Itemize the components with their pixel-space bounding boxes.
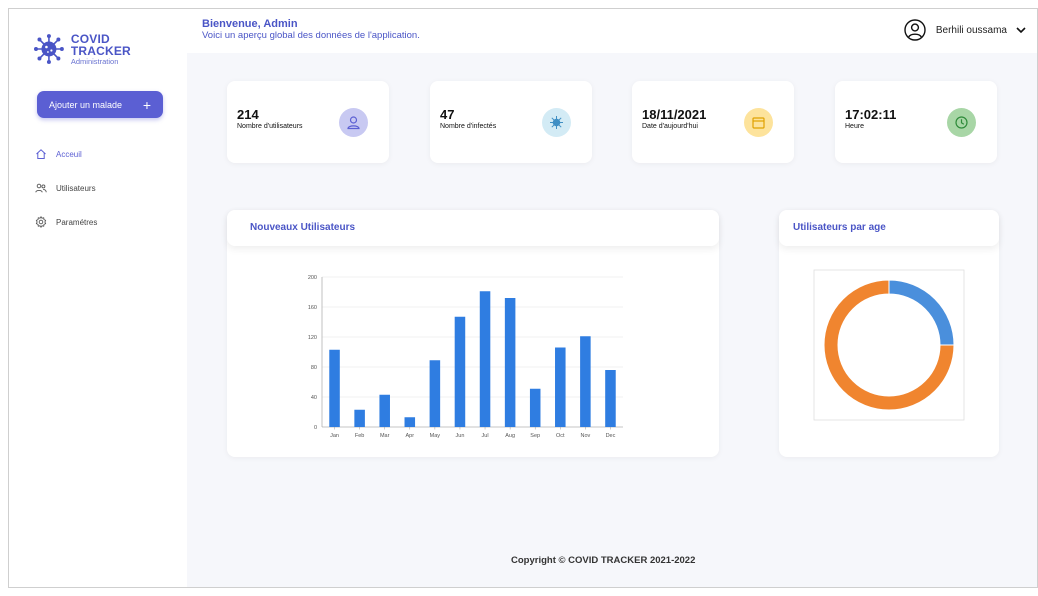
stat-label: Date d'aujourd'hui [642, 123, 698, 130]
home-icon [36, 149, 46, 159]
sidebar-item-users[interactable]: Utilisateurs [35, 171, 97, 205]
stat-value: 17:02:11 [845, 107, 897, 122]
x-tick-label: Apr [406, 433, 415, 439]
page-title: Bienvenue, Admin [202, 18, 298, 30]
bar[interactable] [429, 360, 441, 427]
bar[interactable] [555, 347, 566, 428]
bar[interactable] [404, 417, 416, 427]
sidebar-item-label: Paramétres [56, 217, 98, 227]
y-tick-label: 200 [308, 275, 317, 281]
x-tick-label: Mar [380, 433, 390, 439]
bar[interactable] [354, 409, 365, 427]
x-tick-label: Jul [482, 433, 489, 439]
y-tick-label: 120 [308, 335, 317, 341]
bar[interactable] [529, 388, 541, 427]
virus-icon [550, 116, 563, 129]
stat-label: Nombre d'utilisateurs [237, 123, 303, 130]
sidebar-nav: Acceuil Utilisateurs Paramétres [35, 137, 97, 239]
chevron-down-icon [1016, 27, 1026, 34]
add-patient-label: Ajouter un malade [49, 99, 123, 110]
stat-value: 214 [237, 107, 259, 122]
y-tick-label: 40 [311, 395, 317, 401]
stat-label: Nombre d'infectés [440, 123, 497, 130]
donut-chart [813, 269, 965, 421]
x-tick-label: Jun [456, 433, 465, 439]
stat-card-time: 17:02:11 Heure [835, 81, 997, 163]
stat-icon-badge [339, 108, 368, 137]
gear-icon [35, 216, 47, 228]
calendar-icon [752, 117, 765, 129]
logo-title: COVID TRACKER [70, 31, 131, 58]
stat-card-infected: 47 Nombre d'infectés [430, 81, 592, 163]
virus-logo-icon [33, 34, 64, 64]
top-header: Bienvenue, Admin Voici un aperçu global … [187, 9, 1037, 53]
x-tick-label: May [430, 433, 441, 439]
bar[interactable] [504, 298, 516, 427]
stat-icon-badge [542, 108, 571, 137]
user-menu[interactable]: Berhili oussama [904, 19, 1027, 41]
x-tick-label: Jan [330, 433, 339, 439]
x-tick-label: Aug [505, 433, 515, 439]
sidebar-item-settings[interactable]: Paramétres [35, 205, 97, 239]
x-tick-label: Sep [530, 433, 540, 439]
stat-icon-badge [744, 108, 773, 137]
page-subtitle: Voici un aperçu global des données de l'… [202, 29, 420, 41]
app-window: COVID TRACKER Administration Ajouter un … [8, 8, 1038, 588]
bar-chart: 0 40 80 120 160 200 Jan Feb Mar Apr May Jun Jul Aug Se… [308, 275, 623, 439]
stat-value: 47 [440, 107, 455, 122]
y-tick-label: 80 [311, 365, 317, 371]
age-panel: Utilisateurs par age [779, 210, 999, 457]
sidebar-item-label: Acceuil [56, 149, 82, 159]
sidebar-item-home[interactable]: Acceuil [35, 137, 97, 171]
sidebar: COVID TRACKER Administration Ajouter un … [9, 9, 187, 587]
user-name: Berhili oussama [935, 24, 1007, 36]
footer-copyright: Copyright © COVID TRACKER 2021-2022 [511, 555, 696, 566]
stat-label: Heure [845, 123, 865, 130]
clock-icon [955, 116, 968, 129]
bar[interactable] [454, 316, 466, 427]
x-tick-label: Oct [556, 433, 565, 439]
y-tick-label: 160 [308, 305, 317, 311]
add-patient-button[interactable]: Ajouter un malade + [37, 91, 163, 118]
stat-card-users: 214 Nombre d'utilisateurs [227, 81, 389, 163]
x-tick-label: Nov [580, 433, 590, 439]
x-tick-label: Dec [606, 433, 616, 439]
stat-value: 18/11/2021 [642, 107, 707, 122]
users-icon [35, 183, 47, 193]
bar[interactable] [479, 291, 491, 427]
stat-card-date: 18/11/2021 Date d'aujourd'hui [632, 81, 794, 163]
donut-slice[interactable] [888, 279, 955, 346]
user-icon [347, 116, 360, 130]
new-users-panel: Nouveaux Utilisateurs 0 40 80 120 160 200 Jan F… [227, 210, 719, 457]
bar[interactable] [605, 370, 616, 427]
bar[interactable] [580, 336, 591, 427]
sidebar-item-label: Utilisateurs [56, 183, 96, 193]
x-tick-label: Feb [355, 433, 364, 439]
stat-icon-badge [947, 108, 976, 137]
y-tick-label: 0 [314, 425, 317, 431]
bar[interactable] [379, 394, 390, 427]
logo-subtitle: Administration [70, 56, 119, 66]
plus-icon: + [142, 96, 151, 113]
logo[interactable]: COVID TRACKER Administration [33, 31, 173, 67]
bar[interactable] [329, 349, 340, 427]
user-avatar-icon [904, 19, 926, 41]
